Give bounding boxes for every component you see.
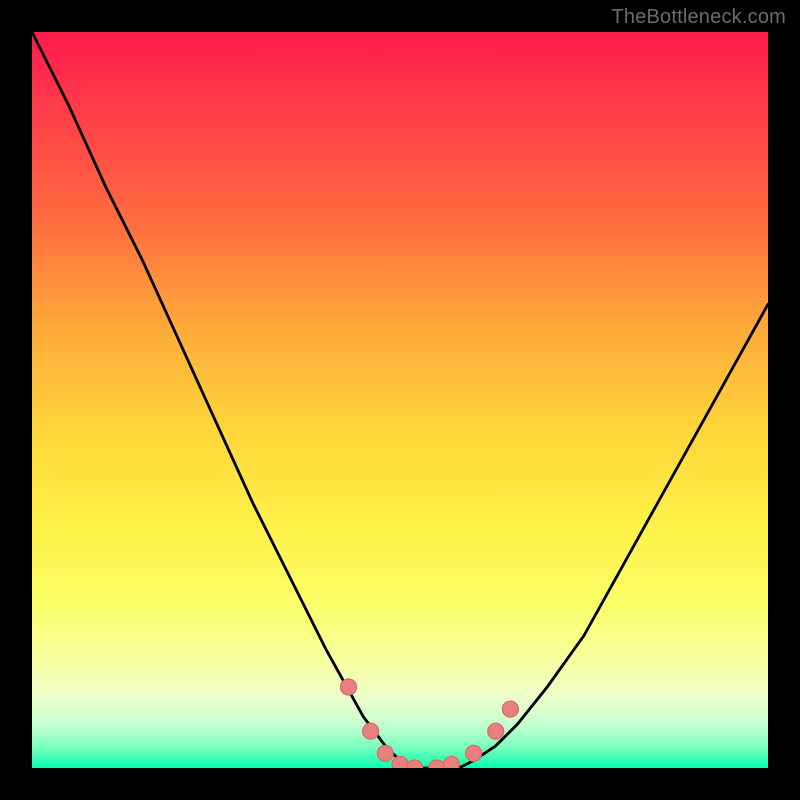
chart-frame: TheBottleneck.com [0, 0, 800, 800]
curve-marker [377, 745, 393, 761]
chart-svg [32, 32, 768, 768]
curve-marker [429, 760, 445, 768]
bottleneck-curve [32, 32, 768, 768]
curve-marker [466, 745, 482, 761]
curve-markers [341, 679, 519, 768]
curve-marker [363, 723, 379, 739]
plot-area [32, 32, 768, 768]
curve-marker [392, 756, 408, 768]
curve-marker [502, 701, 518, 717]
watermark-text: TheBottleneck.com [611, 6, 786, 29]
curve-marker [444, 756, 460, 768]
curve-marker [341, 679, 357, 695]
curve-marker [407, 760, 423, 768]
curve-marker [488, 723, 504, 739]
